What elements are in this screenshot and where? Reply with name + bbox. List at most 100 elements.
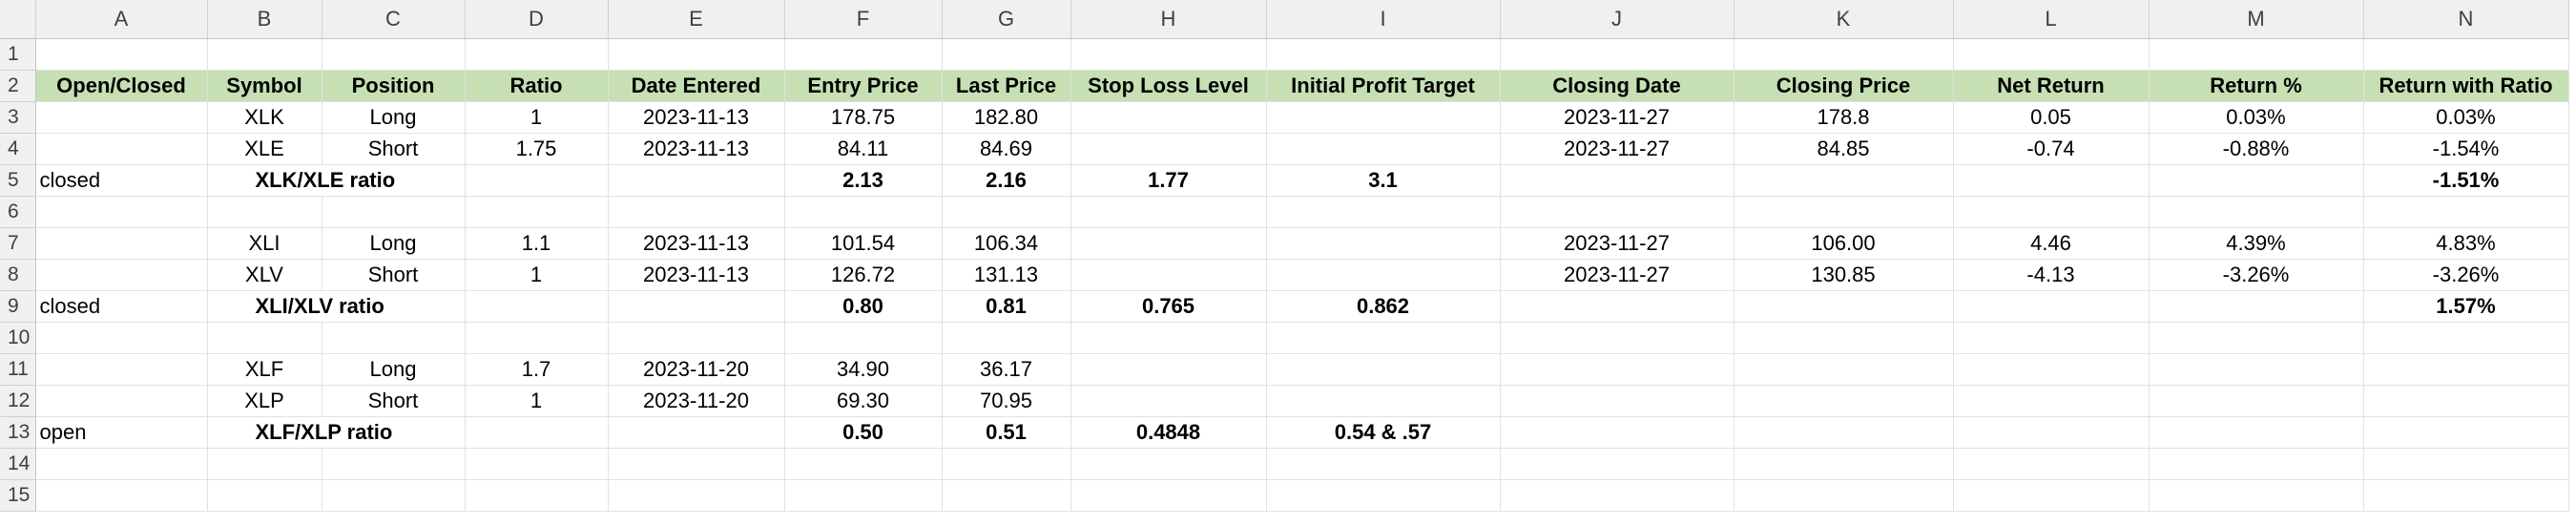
closing-price-cell[interactable]: 84.85: [1734, 133, 1954, 165]
entry-price-cell[interactable]: 0.50: [784, 416, 943, 449]
cell[interactable]: [1953, 448, 2150, 480]
cell[interactable]: [942, 38, 1071, 71]
row-header[interactable]: 7: [0, 227, 36, 260]
cell[interactable]: [1734, 448, 1954, 480]
ratio-cell[interactable]: 1: [465, 259, 609, 291]
cell[interactable]: [1070, 259, 1267, 291]
cell[interactable]: [35, 448, 208, 480]
cell[interactable]: [1266, 259, 1501, 291]
symbol-cell[interactable]: XLP: [207, 385, 322, 417]
cell[interactable]: [942, 196, 1071, 228]
status-cell[interactable]: open: [35, 416, 208, 449]
entry-price-cell[interactable]: 178.75: [784, 101, 943, 134]
row-header[interactable]: 1: [0, 38, 36, 71]
cell[interactable]: [1266, 133, 1501, 165]
header-stop-loss[interactable]: Stop Loss Level: [1070, 70, 1267, 102]
position-cell[interactable]: Short: [322, 133, 466, 165]
status-cell[interactable]: closed: [35, 164, 208, 197]
cell[interactable]: [2363, 479, 2569, 512]
cell[interactable]: [2149, 196, 2364, 228]
cell[interactable]: [35, 479, 208, 512]
cell[interactable]: [784, 322, 943, 354]
cell[interactable]: [1953, 385, 2150, 417]
cell[interactable]: [608, 290, 785, 323]
cell[interactable]: [1266, 322, 1501, 354]
cell[interactable]: [608, 322, 785, 354]
cell[interactable]: [1500, 385, 1735, 417]
cell[interactable]: [1734, 38, 1954, 71]
ratio-label-cell[interactable]: XLK/XLE ratio: [207, 164, 466, 197]
ratio-cell[interactable]: 1: [465, 101, 609, 134]
cell[interactable]: [1953, 479, 2150, 512]
cell[interactable]: [1500, 479, 1735, 512]
entry-price-cell[interactable]: 126.72: [784, 259, 943, 291]
cell[interactable]: [1070, 385, 1267, 417]
column-header-b[interactable]: B: [207, 0, 322, 39]
status-cell[interactable]: closed: [35, 290, 208, 323]
column-header-j[interactable]: J: [1500, 0, 1735, 39]
column-header-c[interactable]: C: [322, 0, 466, 39]
row-header[interactable]: 14: [0, 448, 36, 480]
cell[interactable]: [1500, 416, 1735, 449]
cell[interactable]: [1734, 479, 1954, 512]
cell[interactable]: [2363, 385, 2569, 417]
column-header-e[interactable]: E: [608, 0, 785, 39]
entry-price-cell[interactable]: 84.11: [784, 133, 943, 165]
cell[interactable]: [2149, 479, 2364, 512]
cell[interactable]: [207, 322, 322, 354]
cell[interactable]: [2149, 38, 2364, 71]
cell[interactable]: [2149, 290, 2364, 323]
cell[interactable]: [2149, 164, 2364, 197]
row-header[interactable]: 4: [0, 133, 36, 165]
row-header[interactable]: 13: [0, 416, 36, 449]
cell[interactable]: [1953, 322, 2150, 354]
cell[interactable]: [2363, 322, 2569, 354]
cell[interactable]: [2363, 38, 2569, 71]
column-header-g[interactable]: G: [942, 0, 1071, 39]
header-profit-target[interactable]: Initial Profit Target: [1266, 70, 1501, 102]
stop-loss-cell[interactable]: 1.77: [1070, 164, 1267, 197]
ratio-cell[interactable]: 1.7: [465, 353, 609, 386]
column-header-d[interactable]: D: [465, 0, 609, 39]
entry-price-cell[interactable]: 34.90: [784, 353, 943, 386]
cell[interactable]: [1266, 196, 1501, 228]
cell[interactable]: [1734, 290, 1954, 323]
cell[interactable]: [322, 38, 466, 71]
closing-price-cell[interactable]: 130.85: [1734, 259, 1954, 291]
cell[interactable]: [1070, 479, 1267, 512]
entry-price-cell[interactable]: 0.80: [784, 290, 943, 323]
cell[interactable]: [1734, 353, 1954, 386]
cell[interactable]: [1500, 164, 1735, 197]
column-header-i[interactable]: I: [1266, 0, 1501, 39]
cell[interactable]: [1070, 133, 1267, 165]
cell[interactable]: [1070, 101, 1267, 134]
column-header-a[interactable]: A: [35, 0, 208, 39]
cell[interactable]: [322, 448, 466, 480]
profit-target-cell[interactable]: 0.862: [1266, 290, 1501, 323]
date-entered-cell[interactable]: 2023-11-13: [608, 101, 785, 134]
header-closing-date[interactable]: Closing Date: [1500, 70, 1735, 102]
cell[interactable]: [608, 38, 785, 71]
symbol-cell[interactable]: XLK: [207, 101, 322, 134]
cell[interactable]: [1500, 353, 1735, 386]
return-pct-cell[interactable]: 0.03%: [2149, 101, 2364, 134]
cell[interactable]: [608, 479, 785, 512]
row-header[interactable]: 5: [0, 164, 36, 197]
header-ratio[interactable]: Ratio: [465, 70, 609, 102]
symbol-cell[interactable]: XLI: [207, 227, 322, 260]
date-entered-cell[interactable]: 2023-11-13: [608, 133, 785, 165]
select-all-corner[interactable]: [0, 0, 36, 39]
cell[interactable]: [35, 38, 208, 71]
position-cell[interactable]: Short: [322, 259, 466, 291]
cell[interactable]: [2149, 322, 2364, 354]
header-return-with-ratio[interactable]: Return with Ratio: [2363, 70, 2569, 102]
cell[interactable]: [1500, 196, 1735, 228]
cell[interactable]: [1266, 448, 1501, 480]
cell[interactable]: [942, 448, 1071, 480]
return-with-ratio-cell[interactable]: 4.83%: [2363, 227, 2569, 260]
cell[interactable]: [1070, 448, 1267, 480]
last-price-cell[interactable]: 131.13: [942, 259, 1071, 291]
header-entry-price[interactable]: Entry Price: [784, 70, 943, 102]
return-with-ratio-cell[interactable]: -3.26%: [2363, 259, 2569, 291]
entry-price-cell[interactable]: 2.13: [784, 164, 943, 197]
